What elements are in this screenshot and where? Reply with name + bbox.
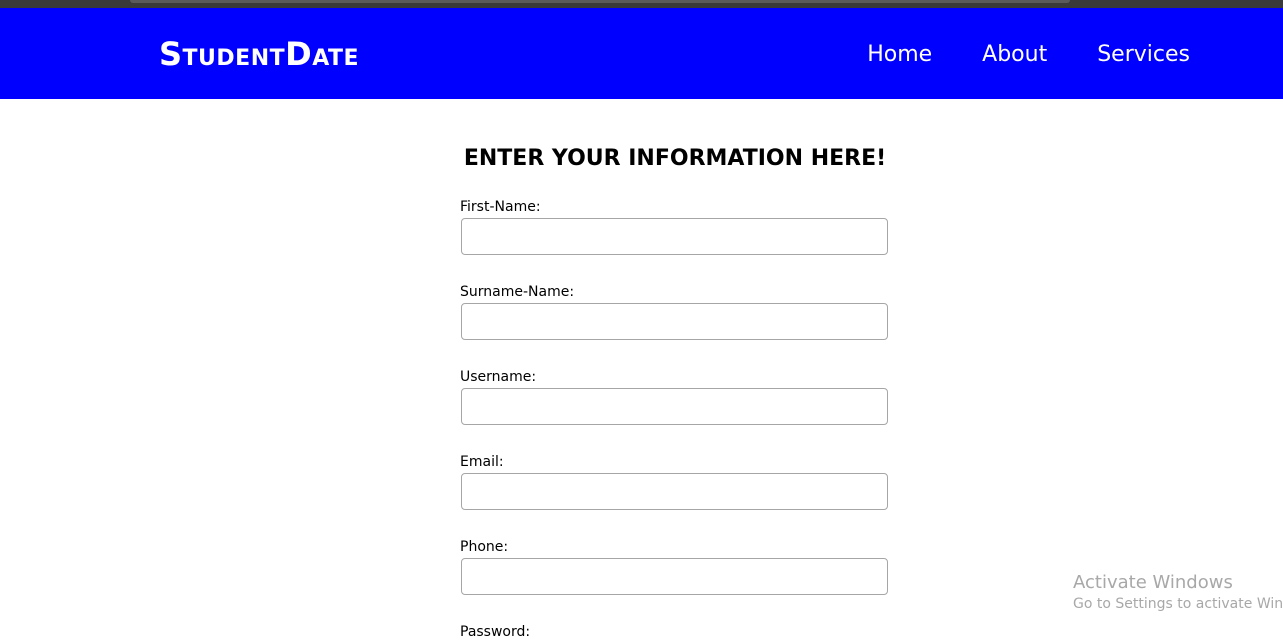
email-label: Email:	[460, 454, 504, 470]
username-label: Username:	[460, 369, 537, 385]
nav-links: Home About Services	[867, 41, 1190, 69]
first-name-input[interactable]	[461, 218, 888, 255]
browser-scroll-track	[130, 0, 1070, 3]
email-input[interactable]	[461, 473, 888, 510]
phone-label: Phone:	[460, 539, 509, 555]
field-first-name: First-Name:	[460, 198, 890, 255]
nav-link-home[interactable]: Home	[867, 41, 932, 69]
main-content: ENTER YOUR INFORMATION HERE! First-Name:…	[0, 99, 1283, 640]
brand-logo[interactable]: StudentDate	[159, 36, 359, 72]
watermark-title: Activate Windows	[1073, 572, 1233, 593]
activate-windows-watermark: Activate Windows Go to Settings to activ…	[1073, 572, 1283, 613]
field-surname: Surname-Name:	[460, 283, 890, 340]
field-username: Username:	[460, 368, 890, 425]
browser-top-strip	[0, 0, 1283, 8]
username-input[interactable]	[461, 388, 888, 425]
surname-input[interactable]	[461, 303, 888, 340]
watermark-subtitle: Go to Settings to activate Windows.	[1073, 596, 1283, 612]
surname-label: Surname-Name:	[460, 284, 575, 300]
form-heading: ENTER YOUR INFORMATION HERE!	[463, 146, 887, 171]
field-email: Email:	[460, 453, 890, 510]
password-label: Password:	[460, 624, 531, 640]
navbar: StudentDate Home About Services	[0, 8, 1283, 99]
field-password: Password:	[460, 623, 890, 643]
nav-link-about[interactable]: About	[982, 41, 1047, 69]
nav-link-services[interactable]: Services	[1097, 41, 1190, 69]
first-name-label: First-Name:	[460, 199, 541, 215]
phone-input[interactable]	[461, 558, 888, 595]
field-phone: Phone:	[460, 538, 890, 595]
